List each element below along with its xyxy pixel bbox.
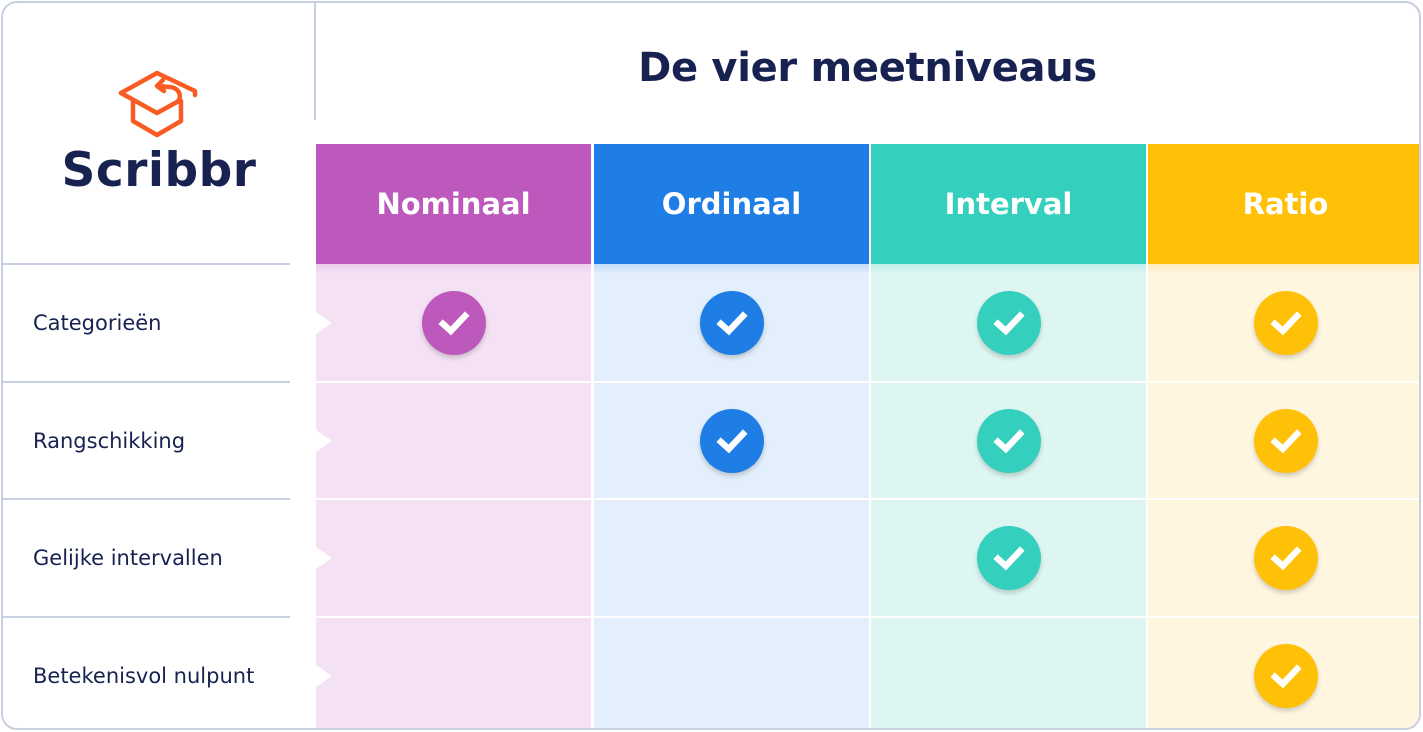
column-header-label: Ratio [1242,187,1329,221]
checkmark-circle-icon [1253,408,1318,473]
header-shadow [594,264,869,274]
column-header-ratio: Ratio [1148,144,1419,264]
row-label: Betekenisvol nulpunt [33,663,255,688]
column-header-label: Ordinaal [661,187,802,221]
checkmark-circle-icon [1253,290,1318,355]
row-label: Rangschikking [33,428,186,453]
row-label: Gelijke intervallen [33,545,223,570]
row-separator [316,381,1419,383]
checkmark-icon [715,310,748,335]
brand-name: Scribbr [61,143,257,198]
row-pointer-arrow [316,311,332,334]
column-header-label: Interval [944,187,1073,221]
checkmark-icon [1269,545,1302,570]
checkmark-circle-icon [1253,525,1318,590]
diagram-title: De vier meetniveaus [638,45,1097,91]
checkmark-icon [437,310,470,335]
table-frame: Scribbr De vier meetniveaus Nominaal Ordi… [1,1,1421,730]
graduation-cap-icon [118,70,198,138]
logo-panel: Scribbr [3,3,315,265]
checkmark-icon [715,428,748,453]
checkmark-circle-icon [699,290,764,355]
column-header-ordinaal: Ordinaal [594,144,869,264]
checkmark-icon [1269,310,1302,335]
checkmark-icon [992,310,1025,335]
checkmark-circle-icon [699,408,764,473]
checkmark-icon [1269,663,1302,688]
row-pointer-arrow [316,429,332,452]
checkmark-icon [992,545,1025,570]
row-label: Categorieën [33,310,162,335]
row-pointer-arrow [316,664,332,687]
checkmark-circle-icon [421,290,486,355]
row-separator [316,498,1419,500]
header-shadow [316,264,591,274]
checkmark-circle-icon [976,408,1041,473]
checkmark-icon [992,428,1025,453]
header-shadow [871,264,1146,274]
row-pointer-arrow [316,546,332,569]
column-header-label: Nominaal [376,187,531,221]
checkmark-icon [1269,428,1302,453]
row-separator [316,616,1419,618]
column-header-interval: Interval [871,144,1146,264]
checkmark-circle-icon [1253,643,1318,708]
checkmark-circle-icon [976,525,1041,590]
checkmark-circle-icon [976,290,1041,355]
column-header-nominaal: Nominaal [316,144,591,264]
header-shadow [1148,264,1419,274]
